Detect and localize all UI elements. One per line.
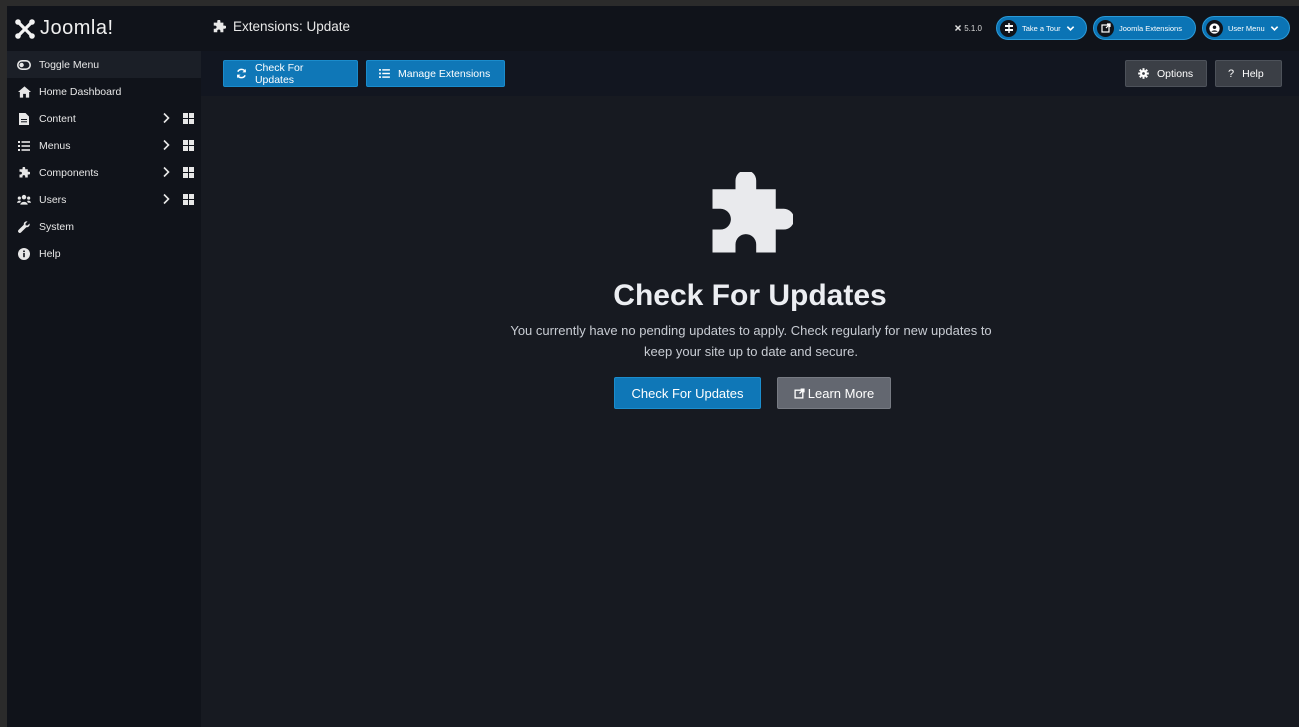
learn-more-label: Learn More: [807, 385, 875, 401]
sidebar-item-label: System: [39, 220, 75, 233]
sidebar-item-content[interactable]: Content: [7, 105, 201, 132]
user-menu-button[interactable]: User Menu: [1202, 16, 1290, 40]
header-actions: 5.1.0 Take a Tour Joomla Extensions User…: [954, 16, 1290, 40]
help-button[interactable]: ? Help: [1215, 60, 1282, 87]
users-icon: [17, 194, 31, 205]
dashboard-grid-icon[interactable]: [183, 113, 194, 124]
sidebar-item-label: Home Dashboard: [39, 85, 122, 98]
joomla-logo-icon: [15, 18, 35, 39]
sidebar-item-components[interactable]: Components: [7, 159, 201, 186]
question-icon: ?: [1228, 67, 1235, 80]
header: Joomla! Extensions: Update 5.1.0 Take a …: [7, 6, 1299, 51]
file-icon: [17, 112, 31, 125]
sidebar-item-toggle-menu[interactable]: Toggle Menu: [7, 51, 201, 78]
page-title: Extensions: Update: [212, 19, 350, 34]
sidebar-item-label: Content: [39, 112, 76, 125]
signpost-icon: [1000, 19, 1017, 37]
chevron-right-icon[interactable]: [161, 166, 171, 178]
options-button[interactable]: Options: [1125, 60, 1207, 87]
sidebar-item-label: Components: [39, 166, 99, 179]
manage-extensions-label: Manage Extensions: [398, 67, 491, 80]
sidebar-item-menus[interactable]: Menus: [7, 132, 201, 159]
page-title-text: Extensions: Update: [233, 19, 351, 34]
joomla-extensions-label: Joomla Extensions: [1119, 23, 1182, 33]
sidebar-item-system[interactable]: System: [7, 213, 201, 240]
toolbar: Check For Updates Manage Extensions Opti…: [201, 51, 1299, 96]
home-icon: [17, 85, 31, 98]
sidebar-item-label: Help: [39, 247, 61, 260]
chevron-right-icon[interactable]: [161, 112, 171, 124]
puzzle-icon: [213, 19, 226, 32]
puzzle-icon: [712, 172, 793, 253]
app-window: Joomla! Extensions: Update 5.1.0 Take a …: [7, 6, 1299, 727]
check-updates-toolbar-button[interactable]: Check For Updates: [223, 60, 358, 87]
main-content: Check For Updates You currently have no …: [201, 96, 1299, 727]
toggle-icon: [17, 59, 31, 70]
options-label: Options: [1157, 67, 1194, 80]
joomla-small-icon: [955, 24, 962, 32]
external-link-icon: [1097, 19, 1114, 37]
sidebar-item-label: Menus: [39, 139, 71, 152]
version-badge: 5.1.0: [954, 24, 982, 33]
empty-state-description: You currently have no pending updates to…: [510, 323, 992, 359]
sidebar-item-label: Users: [39, 193, 67, 206]
joomla-extensions-button[interactable]: Joomla Extensions: [1093, 16, 1196, 40]
check-updates-button[interactable]: Check For Updates: [614, 377, 761, 409]
dashboard-grid-icon[interactable]: [183, 167, 194, 178]
list-icon: [17, 140, 31, 151]
take-tour-label: Take a Tour: [1022, 23, 1061, 33]
info-icon: [17, 247, 31, 260]
chevron-down-icon: [1066, 25, 1074, 31]
help-label: Help: [1242, 67, 1264, 80]
chevron-down-icon: [1270, 25, 1278, 31]
sidebar: Toggle Menu Home Dashboard Content Menus: [7, 51, 201, 727]
sidebar-item-users[interactable]: Users: [7, 186, 201, 213]
chevron-right-icon[interactable]: [161, 139, 171, 151]
take-tour-button[interactable]: Take a Tour: [996, 16, 1087, 40]
sidebar-item-label: Toggle Menu: [39, 58, 100, 71]
dashboard-grid-icon[interactable]: [183, 194, 194, 205]
list-icon: [379, 69, 390, 78]
sidebar-item-help[interactable]: Help: [7, 240, 201, 267]
empty-state-title: Check For Updates: [613, 279, 887, 312]
external-link-icon: [794, 387, 805, 399]
joomla-logo[interactable]: Joomla!: [14, 17, 114, 40]
wrench-icon: [17, 220, 31, 233]
gear-icon: [1138, 68, 1149, 79]
chevron-right-icon[interactable]: [161, 193, 171, 205]
manage-extensions-button[interactable]: Manage Extensions: [366, 60, 505, 87]
user-icon: [1206, 19, 1223, 37]
learn-more-button[interactable]: Learn More: [777, 377, 891, 409]
version-text: 5.1.0: [964, 23, 982, 33]
user-menu-label: User Menu: [1228, 23, 1265, 33]
puzzle-icon: [17, 166, 31, 179]
sync-icon: [236, 68, 247, 79]
sidebar-item-home-dashboard[interactable]: Home Dashboard: [7, 78, 201, 105]
dashboard-grid-icon[interactable]: [183, 140, 194, 151]
check-updates-label: Check For Updates: [254, 61, 304, 86]
logo-text: Joomla!: [40, 17, 114, 39]
